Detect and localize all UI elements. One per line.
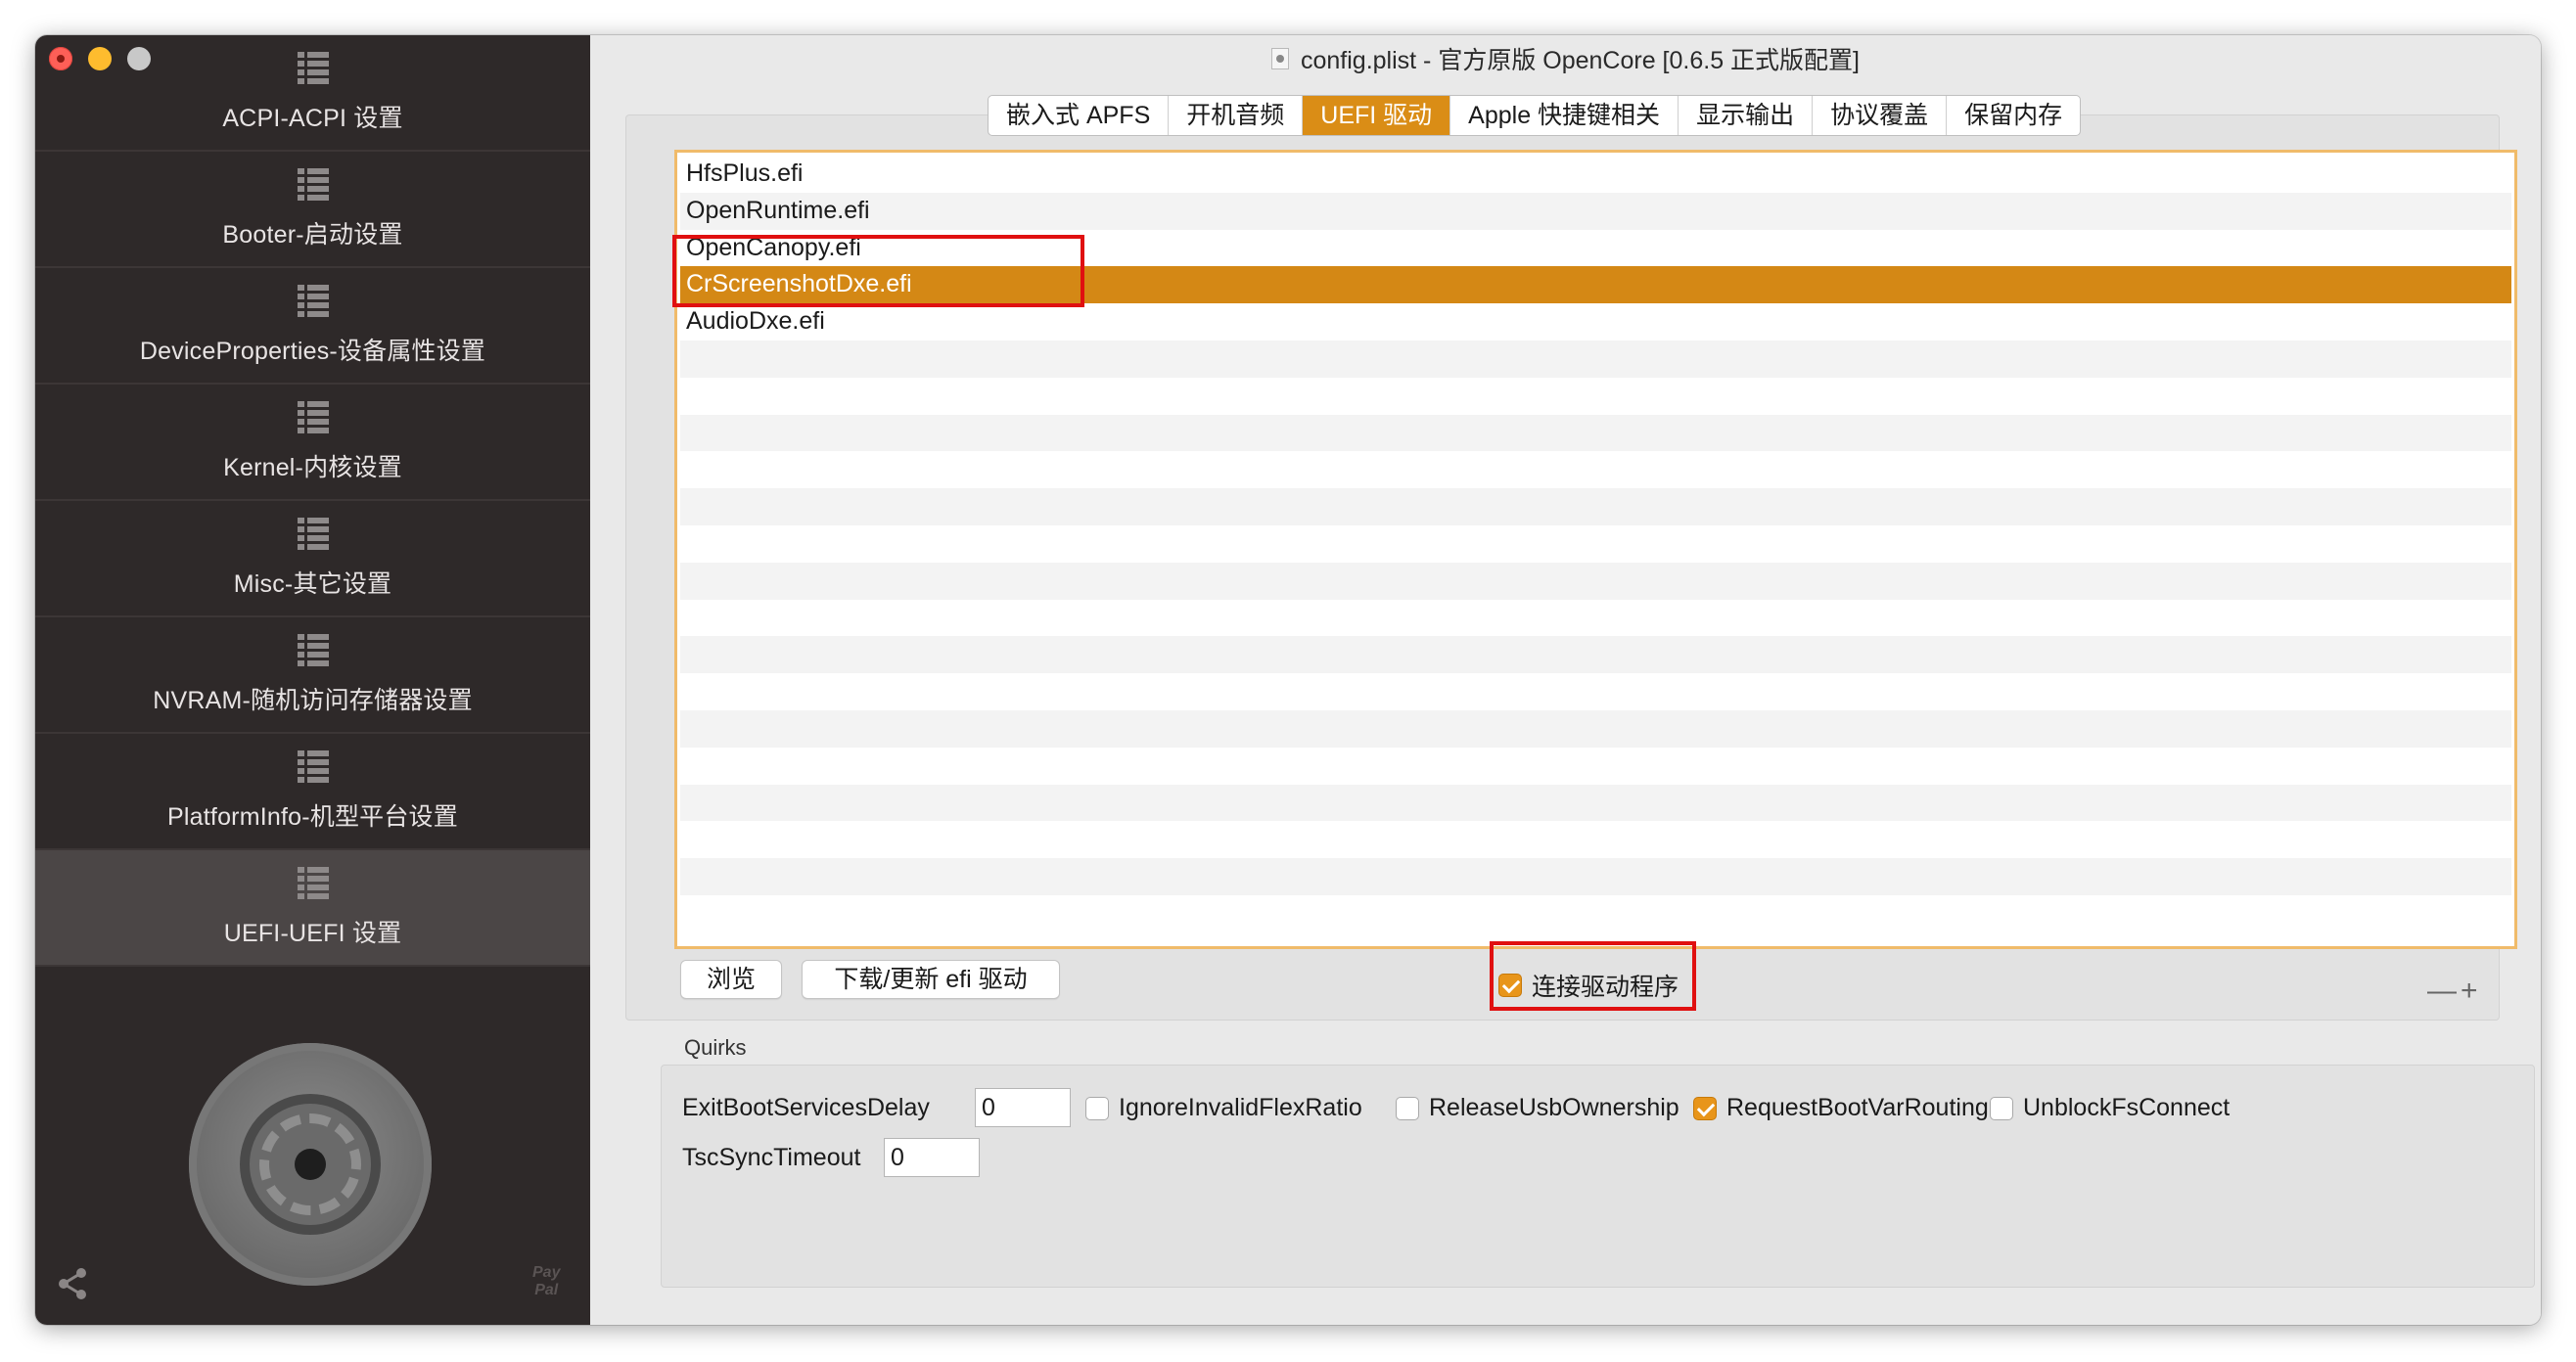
connect-drivers-checkbox[interactable]: 连接驱动程序 — [1498, 968, 1679, 1003]
table-row[interactable]: OpenCanopy.efi — [680, 230, 2511, 267]
sidebar-item-booter[interactable]: Booter-启动设置 — [35, 152, 590, 268]
tab-uefi-drivers[interactable]: UEFI 驱动 — [1303, 96, 1451, 135]
tab-protocol-overrides[interactable]: 协议覆盖 — [1813, 96, 1948, 135]
ignore-invalid-flex-ratio-label: IgnoreInvalidFlexRatio — [1119, 1094, 1362, 1121]
add-row-button[interactable]: + — [2461, 975, 2482, 1007]
title-bar: config.plist - 官方原版 OpenCore [0.6.5 正式版配… — [590, 35, 2541, 82]
sidebar-item-label: ACPI-ACPI 设置 — [222, 105, 403, 132]
sidebar-item-label: NVRAM-随机访问存储器设置 — [153, 687, 473, 714]
sidebar-item-device-properties[interactable]: DeviceProperties-设备属性设置 — [35, 268, 590, 385]
table-row[interactable]: CrScreenshotDxe.efi — [680, 266, 2511, 304]
sidebar-item-label: Booter-启动设置 — [222, 221, 403, 249]
sidebar-item-misc[interactable]: Misc-其它设置 — [35, 501, 590, 617]
browse-button[interactable]: 浏览 — [680, 960, 782, 999]
ignore-invalid-flex-ratio-checkbox[interactable]: IgnoreInvalidFlexRatio — [1085, 1094, 1362, 1122]
unblock-fs-connect-label: UnblockFsConnect — [2023, 1094, 2231, 1121]
checkbox-icon[interactable] — [1085, 1096, 1109, 1120]
tab-apfs[interactable]: 嵌入式 APFS — [989, 96, 1170, 135]
tab-output[interactable]: 显示输出 — [1679, 96, 1814, 135]
quirks-section-label: Quirks — [684, 1035, 747, 1060]
list-icon — [297, 285, 329, 317]
checkbox-icon[interactable] — [1498, 974, 1522, 997]
unblock-fs-connect-checkbox[interactable]: UnblockFsConnect — [1990, 1094, 2230, 1122]
checkbox-icon[interactable] — [1990, 1096, 2013, 1120]
table-row[interactable] — [680, 414, 2511, 452]
close-window-button[interactable] — [49, 47, 72, 70]
window-title: config.plist - 官方原版 OpenCore [0.6.5 正式版配… — [1300, 47, 1860, 74]
list-controls: —+ — [2427, 975, 2482, 1008]
drivers-list: HfsPlus.efi OpenRuntime.efi OpenCanopy.efi… — [680, 156, 2511, 943]
table-row[interactable]: OpenRuntime.efi — [680, 192, 2511, 230]
request-boot-var-routing-label: RequestBootVarRouting — [1726, 1094, 1989, 1121]
table-row[interactable]: AudioDxe.efi — [680, 303, 2511, 340]
sidebar: ACPI-ACPI 设置 Booter-启动设置 DevicePropertie… — [35, 35, 590, 1325]
zoom-window-button[interactable] — [127, 47, 151, 70]
sidebar-item-label: DeviceProperties-设备属性设置 — [139, 338, 486, 365]
table-row[interactable]: HfsPlus.efi — [680, 156, 2511, 193]
exit-boot-services-delay-input[interactable]: 0 — [975, 1088, 1071, 1127]
table-row[interactable] — [680, 895, 2511, 932]
tab-reserved-memory[interactable]: 保留内存 — [1947, 96, 2080, 135]
table-row[interactable] — [680, 673, 2511, 710]
remove-row-button[interactable]: — — [2427, 975, 2461, 1007]
release-usb-ownership-checkbox[interactable]: ReleaseUsbOwnership — [1396, 1094, 1679, 1122]
sidebar-item-nvram[interactable]: NVRAM-随机访问存储器设置 — [35, 617, 590, 734]
table-row[interactable] — [680, 821, 2511, 858]
list-icon — [297, 518, 329, 550]
list-icon — [297, 401, 329, 433]
connect-drivers-label: 连接驱动程序 — [1532, 974, 1679, 1001]
table-row[interactable] — [680, 378, 2511, 415]
table-row[interactable] — [680, 636, 2511, 674]
tab-audio[interactable]: 开机音频 — [1169, 96, 1304, 135]
sidebar-nav: ACPI-ACPI 设置 Booter-启动设置 DevicePropertie… — [35, 35, 590, 967]
request-boot-var-routing-checkbox[interactable]: RequestBootVarRouting — [1693, 1094, 1989, 1122]
app-window: ACPI-ACPI 设置 Booter-启动设置 DevicePropertie… — [35, 35, 2541, 1325]
download-drivers-button[interactable]: 下载/更新 efi 驱动 — [802, 960, 1060, 999]
sidebar-item-label: Kernel-内核设置 — [223, 454, 402, 481]
table-row[interactable] — [680, 858, 2511, 895]
checkbox-icon[interactable] — [1693, 1096, 1717, 1120]
section-tabs: 嵌入式 APFS 开机音频 UEFI 驱动 Apple 快捷键相关 显示输出 协… — [988, 95, 2082, 136]
sidebar-item-label: UEFI-UEFI 设置 — [223, 920, 402, 947]
exit-boot-services-delay-label: ExitBootServicesDelay — [682, 1094, 930, 1121]
document-icon — [1270, 48, 1289, 69]
sidebar-item-label: PlatformInfo-机型平台设置 — [167, 803, 458, 831]
list-icon — [297, 634, 329, 666]
main-content: config.plist - 官方原版 OpenCore [0.6.5 正式版配… — [590, 35, 2541, 1325]
list-icon — [297, 168, 329, 201]
table-row[interactable] — [680, 562, 2511, 600]
table-row[interactable] — [680, 784, 2511, 822]
paypal-text-2: Pal — [534, 1282, 559, 1298]
list-icon — [297, 867, 329, 899]
window-controls — [49, 47, 151, 70]
paypal-button[interactable]: Pay Pal — [532, 1264, 560, 1299]
tab-apple-input[interactable]: Apple 快捷键相关 — [1450, 96, 1679, 135]
share-icon[interactable] — [55, 1266, 90, 1301]
table-row[interactable] — [680, 525, 2511, 563]
release-usb-ownership-label: ReleaseUsbOwnership — [1429, 1094, 1679, 1121]
drivers-table[interactable]: HfsPlus.efi OpenRuntime.efi OpenCanopy.efi… — [674, 150, 2517, 949]
table-row[interactable] — [680, 488, 2511, 525]
table-row[interactable] — [680, 600, 2511, 637]
checkbox-icon[interactable] — [1396, 1096, 1419, 1120]
table-row[interactable] — [680, 451, 2511, 488]
minimize-window-button[interactable] — [88, 47, 112, 70]
paypal-text-1: Pay — [532, 1264, 561, 1281]
list-icon — [297, 750, 329, 783]
table-row[interactable] — [680, 340, 2511, 378]
sidebar-item-kernel[interactable]: Kernel-内核设置 — [35, 385, 590, 501]
sidebar-item-uefi[interactable]: UEFI-UEFI 设置 — [35, 850, 590, 967]
tsc-sync-timeout-input[interactable]: 0 — [884, 1138, 980, 1177]
sidebar-item-label: Misc-其它设置 — [233, 570, 392, 598]
opencore-logo-icon — [189, 1043, 432, 1286]
table-row[interactable] — [680, 748, 2511, 785]
table-row[interactable] — [680, 709, 2511, 748]
tsc-sync-timeout-label: TscSyncTimeout — [682, 1144, 861, 1171]
sidebar-item-platform-info[interactable]: PlatformInfo-机型平台设置 — [35, 734, 590, 850]
list-icon — [297, 52, 329, 84]
